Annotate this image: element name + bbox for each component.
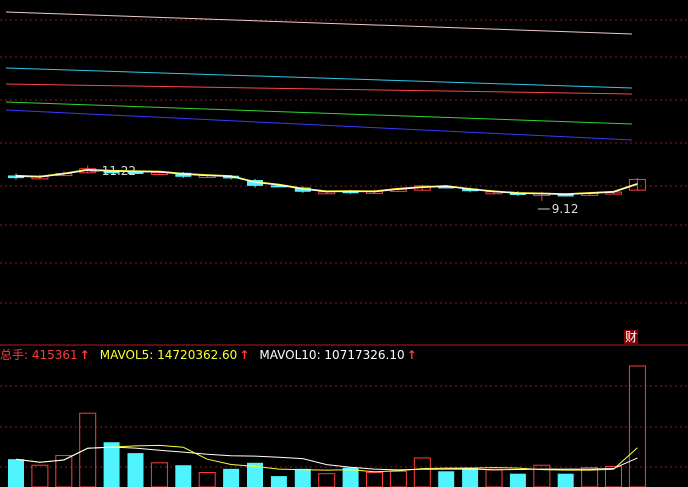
- total-arrow-icon: ↑: [79, 348, 90, 362]
- mavol10-arrow-icon: ↑: [406, 348, 417, 362]
- volume-bar: [438, 471, 455, 487]
- volume-bar: [413, 457, 431, 487]
- volume-bar: [366, 471, 383, 487]
- volume-bar: [318, 473, 336, 487]
- volume-header: 总手: 415361 ↑ MAVOL5: 14720362.60 ↑ MAVOL10: …: [0, 347, 427, 363]
- high-label: 11.22: [102, 164, 136, 178]
- volume-bar: [103, 442, 120, 487]
- volume-bar: [294, 468, 311, 487]
- mavol10-label: MAVOL10: 10717326.10: [259, 348, 405, 362]
- volume-bar: [150, 462, 168, 487]
- mavol5-label: MAVOL5: 14720362.60: [99, 348, 238, 362]
- ma-trend-line: [5, 101, 633, 125]
- volume-bar: [270, 476, 287, 487]
- ma-trend-line: [5, 109, 633, 141]
- finance-badge[interactable]: 财: [624, 330, 639, 344]
- volume-bar: [485, 469, 503, 487]
- total-volume-label: 总手: 415361: [0, 348, 78, 362]
- mavol5-arrow-icon: ↑: [239, 348, 250, 362]
- volume-bar: [31, 464, 49, 487]
- ma-trend-line: [5, 11, 633, 35]
- volume-bar: [533, 464, 551, 487]
- low-label: 9.12: [552, 202, 579, 216]
- volume-bar: [509, 473, 526, 487]
- volume-bar: [198, 471, 216, 487]
- volume-bar: [223, 468, 240, 487]
- volume-bar: [389, 470, 407, 487]
- kline-chart[interactable]: 11.22 9.12: [0, 0, 688, 487]
- volume-bar: [79, 412, 97, 487]
- volume-bar: [175, 465, 192, 487]
- volume-bar: [8, 459, 24, 487]
- volume-bar: [557, 473, 574, 487]
- volume-bar: [127, 453, 144, 487]
- volume-bar: [462, 467, 479, 487]
